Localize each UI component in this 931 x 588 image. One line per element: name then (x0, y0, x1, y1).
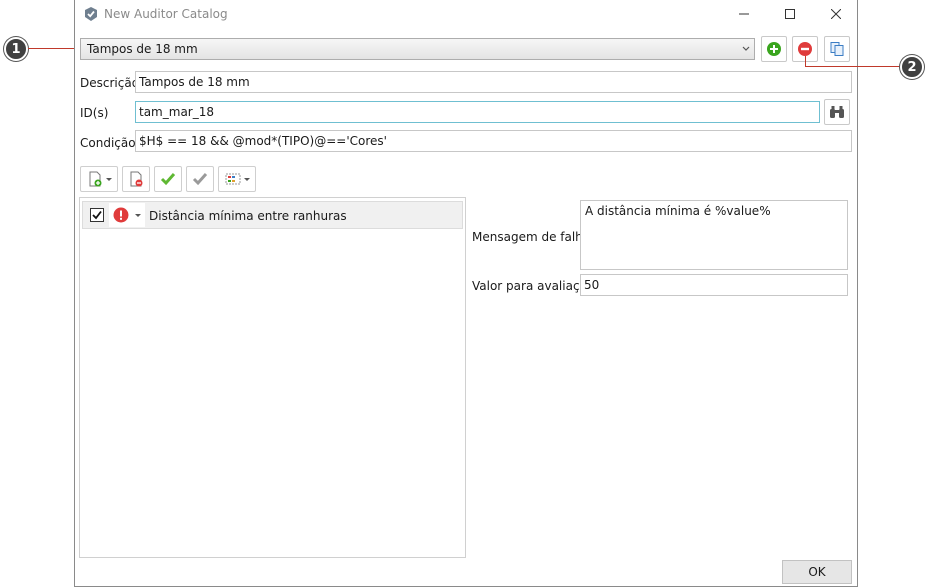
minimize-icon (739, 13, 749, 15)
binoculars-icon (830, 106, 844, 118)
add-rule-dropdown-icon (105, 177, 112, 181)
callout-2: 2 (900, 55, 924, 79)
minimize-button[interactable] (721, 0, 767, 28)
view-options-dropdown-icon (243, 177, 250, 181)
callout-1-number: 1 (11, 41, 21, 57)
new-document-icon (89, 171, 101, 187)
uncheck-all-button[interactable] (186, 166, 214, 192)
remove-rule-button[interactable] (122, 166, 150, 192)
ok-button[interactable]: OK (782, 560, 852, 584)
condicao-field[interactable]: $H$ == 18 && @mod*(TIPO)@=='Cores' (135, 130, 852, 152)
valor-label: Valor para avaliação (472, 279, 595, 293)
auditor-catalog-icon (85, 7, 97, 21)
rule-label: Distância mínima entre ranhuras (149, 209, 347, 223)
rule-checkbox[interactable] (90, 208, 104, 222)
copy-catalog-button[interactable] (824, 36, 850, 62)
severity-dropdown-icon (135, 214, 141, 217)
catalog-selected-value: Tampos de 18 mm (87, 42, 198, 56)
catalog-select[interactable]: Tampos de 18 mm (80, 38, 755, 60)
add-icon (767, 42, 781, 56)
callout-2-line-horizontal (805, 66, 901, 67)
list-item[interactable]: Distância mínima entre ranhuras (82, 201, 463, 229)
chevron-down-icon (742, 46, 750, 51)
window-title: New Auditor Catalog (104, 7, 228, 21)
error-icon (113, 207, 129, 223)
dialog-window: New Auditor Catalog Tampos de 18 mm Desc… (74, 0, 858, 587)
check-all-button[interactable] (154, 166, 182, 192)
gray-check-icon (192, 173, 208, 186)
callout-2-number: 2 (907, 59, 917, 75)
close-button[interactable] (813, 0, 859, 28)
maximize-icon (785, 9, 795, 19)
valor-field[interactable]: 50 (580, 274, 848, 296)
callout-1-line (28, 48, 80, 49)
callout-1: 1 (4, 37, 28, 61)
close-icon (831, 9, 841, 19)
descricao-field[interactable]: Tampos de 18 mm (135, 71, 852, 93)
remove-document-icon (130, 171, 143, 187)
descricao-label: Descrição (80, 76, 140, 90)
mensagem-label: Mensagem de falha (472, 230, 591, 244)
title-bar[interactable]: New Auditor Catalog (75, 0, 857, 28)
rule-list[interactable]: Distância mínima entre ranhuras (79, 197, 466, 558)
maximize-button[interactable] (767, 0, 813, 28)
condicao-label: Condição (80, 136, 136, 150)
add-rule-button[interactable] (80, 166, 118, 192)
copy-icon (830, 42, 844, 56)
mensagem-field[interactable]: A distância mínima é %value% (580, 200, 848, 270)
view-options-button[interactable] (218, 166, 256, 192)
green-check-icon (160, 173, 176, 186)
checkmark-icon (92, 210, 102, 220)
ids-field[interactable]: tam_mar_18 (135, 101, 820, 123)
grid-icon (225, 173, 240, 185)
search-ids-button[interactable] (824, 99, 850, 125)
add-catalog-button[interactable] (761, 36, 787, 62)
remove-icon (798, 42, 812, 56)
ids-label: ID(s) (80, 106, 109, 120)
severity-selector[interactable] (109, 203, 145, 227)
